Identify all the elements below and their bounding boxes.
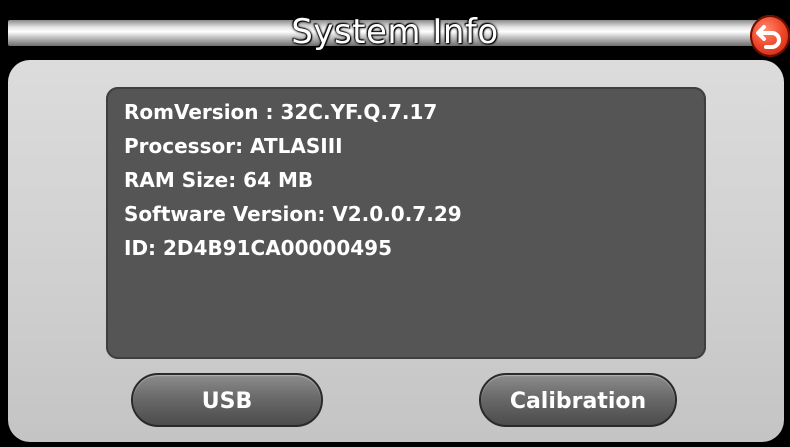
calibration-button[interactable]: Calibration: [479, 373, 677, 427]
processor-line: Processor: ATLASIII: [124, 134, 343, 158]
title-bar: System Info: [0, 0, 790, 58]
info-list: RomVersion : 32C.YF.Q.7.17 Processor: AT…: [124, 95, 462, 265]
ram-size-line: RAM Size: 64 MB: [124, 168, 314, 192]
device-id-line: ID: 2D4B91CA00000495: [124, 236, 392, 260]
back-button[interactable]: [750, 15, 790, 57]
usb-button[interactable]: USB: [131, 373, 323, 427]
page-title: System Info: [291, 12, 499, 52]
back-arrow-icon: [756, 25, 781, 49]
software-version-line: Software Version: V2.0.0.7.29: [124, 202, 462, 226]
rom-version-line: RomVersion : 32C.YF.Q.7.17: [124, 100, 438, 124]
